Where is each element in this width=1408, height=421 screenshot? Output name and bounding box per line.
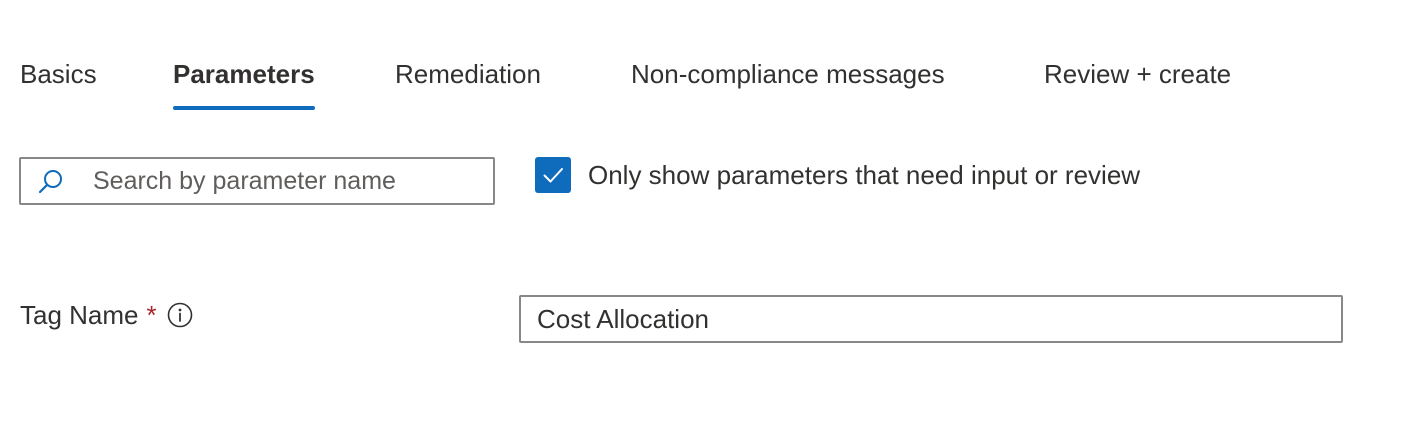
tab-non-compliance-messages-label: Non-compliance messages (631, 59, 945, 89)
only-show-needed-filter[interactable]: Only show parameters that need input or … (535, 157, 1140, 193)
tag-name-label-row: Tag Name * (20, 297, 193, 333)
required-indicator: * (146, 299, 157, 330)
tab-basics-label: Basics (20, 59, 97, 89)
search-box[interactable] (19, 157, 495, 205)
tab-parameters[interactable]: Parameters (173, 56, 315, 110)
tab-review-create-label: Review + create (1044, 59, 1232, 89)
search-icon (37, 168, 65, 196)
tab-bar: Basics Parameters Remediation Non-compli… (0, 0, 1408, 120)
tab-parameters-label: Parameters (173, 59, 315, 89)
checkmark-icon (543, 168, 563, 183)
only-show-needed-label: Only show parameters that need input or … (588, 160, 1141, 190)
info-icon[interactable] (167, 302, 193, 328)
tab-non-compliance-messages[interactable]: Non-compliance messages (631, 56, 945, 110)
tag-name-label: Tag Name (20, 299, 139, 330)
tab-remediation[interactable]: Remediation (395, 56, 541, 110)
tab-basics[interactable]: Basics (20, 56, 97, 110)
tab-remediation-label: Remediation (395, 59, 541, 89)
tag-name-input[interactable] (537, 297, 1327, 341)
search-input[interactable] (93, 159, 483, 203)
active-tab-indicator (173, 106, 315, 110)
tab-review-create[interactable]: Review + create (1044, 56, 1231, 110)
tag-name-field[interactable] (519, 295, 1343, 343)
only-show-needed-checkbox[interactable] (535, 157, 571, 193)
